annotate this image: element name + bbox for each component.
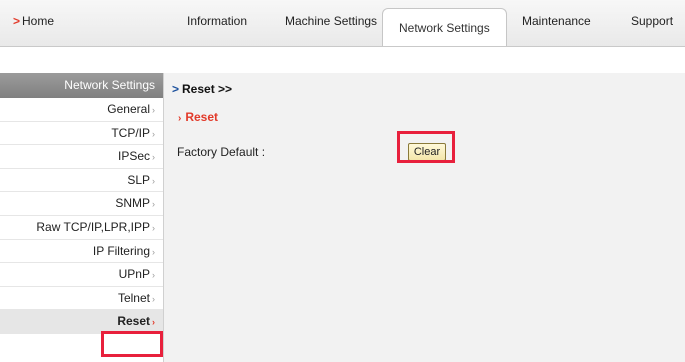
chevron-right-icon: › (152, 246, 155, 257)
sidebar-item-snmp[interactable]: SNMP › (0, 192, 163, 216)
sidebar-item-label: TCP/IP (111, 125, 150, 140)
sidebar-item-label: IPSec (117, 149, 150, 164)
chevron-right-icon: › (152, 317, 155, 328)
factory-default-label: Factory Default : (177, 145, 266, 159)
home-label: Home (22, 14, 55, 28)
chevron-right-icon: › (152, 128, 155, 139)
sidebar-item-tcpip[interactable]: TCP/IP › (0, 122, 163, 146)
sidebar-item-raw-tcpip-lpr-ipp[interactable]: Raw TCP/IP,LPR,IPP › (0, 216, 163, 240)
sidebar-item-label: Telnet (117, 290, 150, 305)
chevron-right-icon: > (172, 82, 180, 96)
main-panel: > Reset >> › Reset Factory Default : Clear (163, 73, 685, 362)
sidebar-heading: Network Settings (0, 73, 163, 98)
sidebar-item-label: General (107, 102, 150, 116)
chevron-right-icon: › (152, 152, 155, 163)
sidebar-item-label: IP Filtering (92, 243, 150, 258)
tab-machine-settings[interactable]: Machine Settings (285, 14, 377, 28)
chevron-right-icon: > (13, 14, 21, 28)
chevron-right-icon: › (152, 199, 155, 210)
sidebar-item-ip-filtering[interactable]: IP Filtering › (0, 240, 163, 264)
breadcrumb: > Reset >> (172, 82, 232, 96)
sidebar-item-label: Raw TCP/IP,LPR,IPP (36, 219, 150, 234)
top-nav-bar: > Home Information Machine Settings Netwo… (0, 0, 685, 47)
chevron-right-icon: › (152, 222, 155, 233)
clear-highlight-box (397, 131, 455, 163)
reset-highlight-box (101, 331, 163, 357)
sidebar-item-label: UPnP (118, 267, 150, 282)
chevron-right-icon: › (152, 293, 155, 304)
sidebar-item-label: Reset (117, 314, 150, 329)
chevron-right-icon: › (152, 105, 155, 115)
sidebar-item-slp[interactable]: SLP › (0, 169, 163, 193)
sidebar-item-upnp[interactable]: UPnP › (0, 263, 163, 287)
sidebar-item-general[interactable]: General › (0, 98, 163, 122)
tab-support[interactable]: Support (631, 14, 673, 28)
section-title-label: Reset (185, 110, 219, 124)
tab-maintenance[interactable]: Maintenance (522, 14, 591, 28)
home-link[interactable]: > Home (13, 14, 54, 28)
chevron-right-icon: › (152, 270, 155, 281)
sidebar: Network Settings General › TCP/IP › IPSec ›… (0, 73, 163, 362)
tab-information[interactable]: Information (187, 14, 247, 28)
breadcrumb-label: Reset >> (182, 82, 233, 96)
sidebar-item-label: SLP (127, 172, 150, 187)
section-title: › Reset (178, 110, 218, 124)
chevron-right-icon: › (152, 175, 155, 186)
chevron-right-icon: › (178, 113, 182, 124)
sidebar-item-telnet[interactable]: Telnet › (0, 287, 163, 311)
sidebar-item-ipsec[interactable]: IPSec › (0, 145, 163, 169)
tab-network-settings[interactable]: Network Settings (382, 8, 507, 46)
sidebar-item-label: SNMP (115, 196, 150, 211)
